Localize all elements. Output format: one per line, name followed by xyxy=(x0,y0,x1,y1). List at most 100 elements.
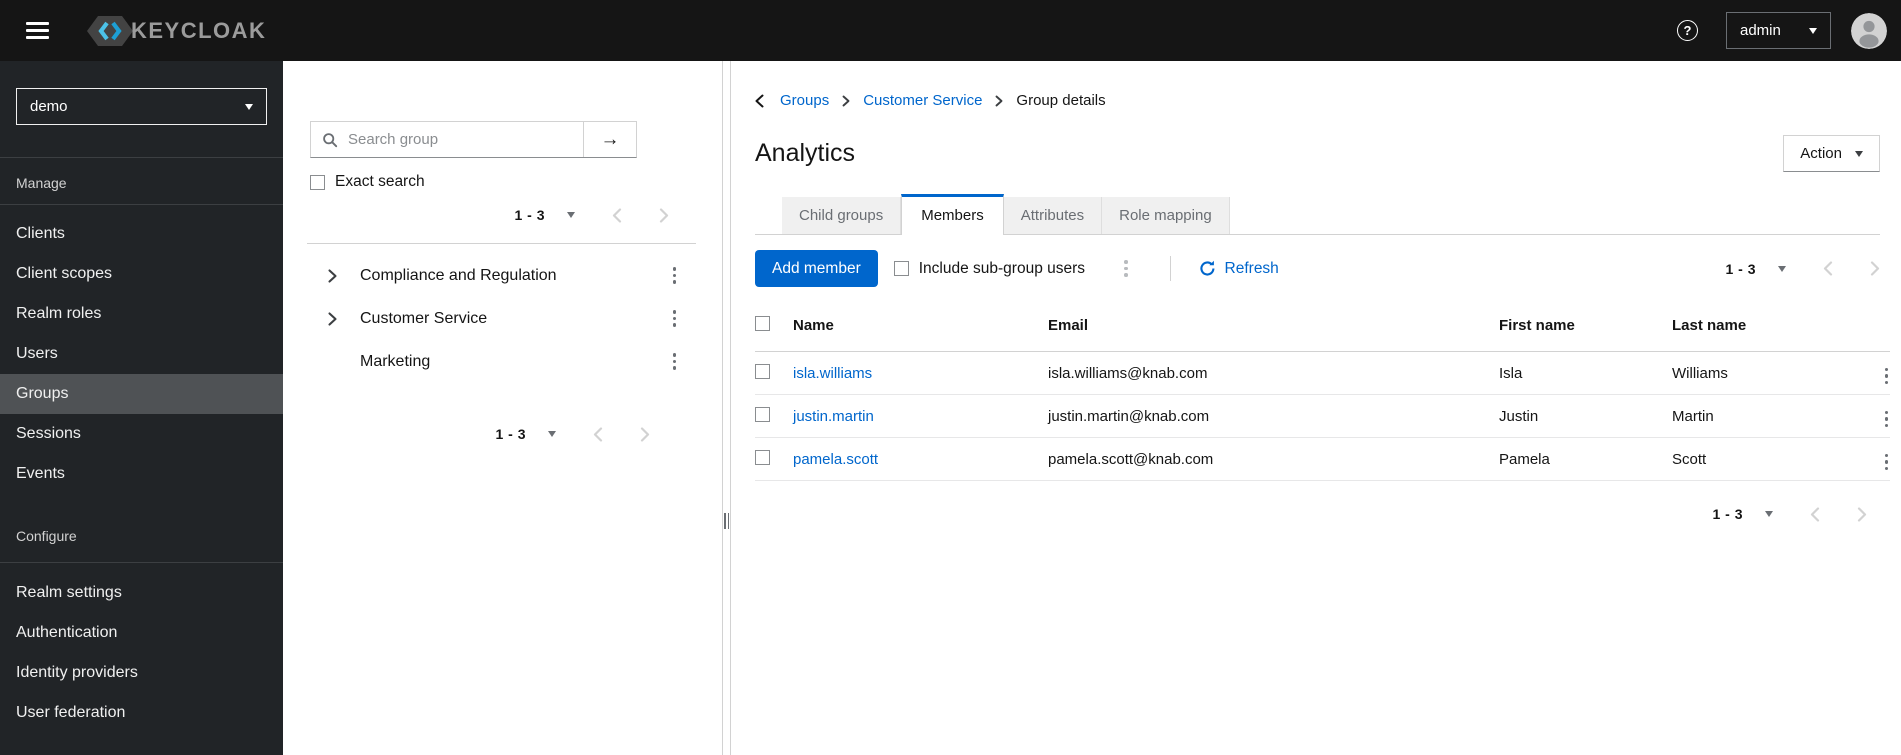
avatar-icon xyxy=(1851,12,1887,49)
pagination-range: 1 - 3 xyxy=(1725,260,1756,277)
realm-selector[interactable]: demo xyxy=(16,88,267,125)
group-search: → xyxy=(310,121,637,158)
exact-search-label: Exact search xyxy=(335,173,425,190)
expand-group-button[interactable] xyxy=(328,311,338,326)
sidebar-item-events[interactable]: Events xyxy=(0,454,283,494)
member-email: isla.williams@knab.com xyxy=(1048,351,1499,395)
row-kebab-menu[interactable] xyxy=(1883,364,1891,388)
collapse-back-icon[interactable] xyxy=(755,94,764,108)
sidebar-item-realm-settings[interactable]: Realm settings xyxy=(0,573,283,613)
breadcrumb-current: Group details xyxy=(1016,92,1106,109)
member-first-name: Justin xyxy=(1499,394,1672,438)
panel-splitter[interactable] xyxy=(723,61,731,755)
tree-pagination-bottom: 1 - 3 xyxy=(283,426,650,442)
chevron-right-icon[interactable] xyxy=(640,426,650,442)
table-row: justin.martin justin.martin@knab.com Jus… xyxy=(755,394,1891,438)
table-row: pamela.scott pamela.scott@knab.com Pamel… xyxy=(755,437,1891,481)
add-member-button[interactable]: Add member xyxy=(755,250,878,287)
pagination-options-toggle[interactable] xyxy=(1778,265,1786,272)
group-tree: Compliance and Regulation Customer Servi… xyxy=(283,254,722,383)
member-username-link[interactable]: justin.martin xyxy=(793,408,874,425)
sidebar-item-identity-providers[interactable]: Identity providers xyxy=(0,653,283,693)
member-email: justin.martin@knab.com xyxy=(1048,394,1499,438)
sidebar-item-users[interactable]: Users xyxy=(0,334,283,374)
breadcrumb-groups-link[interactable]: Groups xyxy=(780,92,829,109)
group-search-input[interactable] xyxy=(346,130,583,149)
chevron-left-icon[interactable] xyxy=(1823,261,1833,276)
members-toolbar: Add member Include sub-group users Refre… xyxy=(755,250,1880,287)
row-checkbox[interactable] xyxy=(755,449,770,465)
sidebar-item-realm-roles[interactable]: Realm roles xyxy=(0,294,283,334)
realm-selector-block: demo xyxy=(0,61,283,158)
keycloak-logo-icon xyxy=(85,13,135,49)
row-kebab-menu[interactable] xyxy=(1883,407,1891,431)
select-all-checkbox[interactable] xyxy=(755,316,770,331)
pagination-range: 1 - 3 xyxy=(514,207,545,223)
member-username-link[interactable]: isla.williams xyxy=(793,365,872,382)
include-subgroups-label: Include sub-group users xyxy=(918,259,1086,277)
group-link[interactable]: Compliance and Regulation xyxy=(360,267,557,285)
refresh-icon xyxy=(1199,260,1216,277)
row-kebab-menu[interactable] xyxy=(1883,450,1891,474)
user-menu-dropdown[interactable]: admin xyxy=(1726,12,1831,49)
row-checkbox[interactable] xyxy=(755,406,770,422)
sidebar-item-sessions[interactable]: Sessions xyxy=(0,414,283,454)
exact-search-option: Exact search xyxy=(310,173,722,191)
column-header-last-name: Last name xyxy=(1672,306,1862,352)
group-tree-panel: → Exact search 1 - 3 Compliance and Regu… xyxy=(283,61,723,755)
chevron-left-icon[interactable] xyxy=(612,207,622,223)
column-header-email: Email xyxy=(1048,306,1499,352)
chevron-right-icon[interactable] xyxy=(1857,506,1867,522)
group-link[interactable]: Marketing xyxy=(360,353,430,371)
sidebar-item-clients[interactable]: Clients xyxy=(0,214,283,254)
tab-role-mapping[interactable]: Role mapping xyxy=(1102,197,1230,234)
page-title: Analytics xyxy=(755,139,856,167)
pagination-range: 1 - 3 xyxy=(495,426,526,442)
toolbar-kebab-menu[interactable] xyxy=(1122,256,1130,280)
sidebar-item-authentication[interactable]: Authentication xyxy=(0,613,283,653)
row-checkbox[interactable] xyxy=(755,363,770,379)
chevron-right-icon[interactable] xyxy=(1870,261,1880,276)
group-kebab-menu[interactable] xyxy=(671,349,679,373)
group-kebab-menu[interactable] xyxy=(671,263,679,287)
keycloak-logo[interactable]: KEYCLOAK xyxy=(85,13,266,49)
exact-search-checkbox[interactable] xyxy=(310,174,325,190)
nav-toggle-button[interactable] xyxy=(20,12,55,49)
members-pagination-top: 1 - 3 xyxy=(1725,261,1880,277)
search-submit-button[interactable]: → xyxy=(583,122,636,157)
group-tree-item: Compliance and Regulation xyxy=(283,254,722,297)
group-link[interactable]: Customer Service xyxy=(360,310,487,328)
include-subgroups-checkbox[interactable] xyxy=(893,261,909,276)
pagination-options-toggle[interactable] xyxy=(1765,511,1773,517)
member-username-link[interactable]: pamela.scott xyxy=(793,451,878,468)
pagination-options-toggle[interactable] xyxy=(567,212,575,218)
member-email: pamela.scott@knab.com xyxy=(1048,437,1499,481)
refresh-button[interactable]: Refresh xyxy=(1199,260,1279,278)
sidebar-item-groups[interactable]: Groups xyxy=(0,374,283,414)
action-dropdown[interactable]: Action xyxy=(1783,135,1880,172)
tab-members[interactable]: Members xyxy=(901,194,1004,235)
tab-child-groups[interactable]: Child groups xyxy=(782,197,902,234)
group-kebab-menu[interactable] xyxy=(671,306,679,330)
action-dropdown-label: Action xyxy=(1800,145,1842,162)
chevron-left-icon[interactable] xyxy=(1810,506,1820,522)
chevron-right-icon xyxy=(842,95,850,107)
member-last-name: Williams xyxy=(1672,351,1862,395)
avatar[interactable] xyxy=(1851,12,1887,49)
brand-text: KEYCLOAK xyxy=(131,17,267,43)
sidebar-item-client-scopes[interactable]: Client scopes xyxy=(0,254,283,294)
member-first-name: Pamela xyxy=(1499,437,1672,481)
pagination-options-toggle[interactable] xyxy=(548,431,556,437)
help-icon[interactable]: ? xyxy=(1677,20,1698,41)
member-first-name: Isla xyxy=(1499,351,1672,395)
tab-attributes[interactable]: Attributes xyxy=(1003,197,1103,234)
user-menu-label: admin xyxy=(1740,22,1781,39)
sidebar-item-user-federation[interactable]: User federation xyxy=(0,693,283,733)
expand-group-button[interactable] xyxy=(328,268,338,283)
chevron-left-icon[interactable] xyxy=(593,426,603,442)
breadcrumb-customer-service-link[interactable]: Customer Service xyxy=(863,92,982,109)
group-details-main: Groups Customer Service Group details An… xyxy=(731,61,1901,755)
chevron-right-icon[interactable] xyxy=(659,207,669,223)
tree-pagination-top: 1 - 3 xyxy=(283,207,669,223)
column-header-first-name: First name xyxy=(1499,306,1672,352)
